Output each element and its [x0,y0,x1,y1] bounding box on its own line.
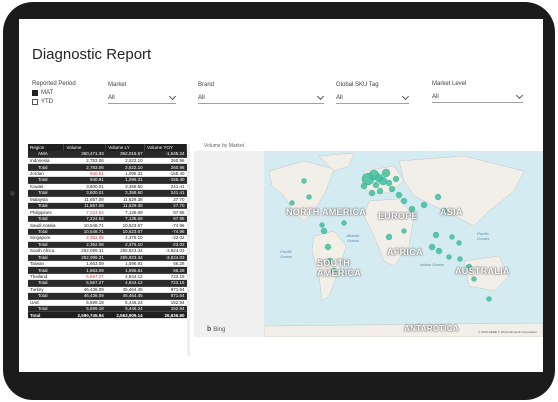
table-cell-yoy: 26,836.80 [144,311,187,319]
column-header-volume[interactable]: Volume [63,144,107,151]
bing-label: Bing [213,326,226,333]
market-bubble[interactable] [320,227,328,235]
market-bubble[interactable] [368,189,376,197]
market-bubble[interactable] [319,222,325,228]
continent-label: NORTH AMERICA [286,207,367,217]
market-bubble[interactable] [435,247,443,255]
market-slicer-label: Market [108,82,127,88]
market-bubble[interactable] [381,168,391,178]
market-bubble[interactable] [432,231,440,239]
market-dropdown[interactable]: All [108,92,177,104]
market-bubble[interactable] [341,220,347,226]
checkbox-icon[interactable] [32,90,38,96]
reported-period-label: Reported Period [32,81,76,87]
camera-dot [10,191,15,196]
market-level-dropdown-value: All [432,94,439,100]
market-dropdown-value: All [108,95,115,101]
continent-label: EUROPE [378,211,418,221]
market-bubble[interactable] [385,233,393,241]
world-map-graphic [264,152,543,337]
brand-slicer-label: Brand [198,82,215,88]
continent-label: SOUTH AMERICA [317,258,362,278]
map-copyright: © 2019 HERE © 2019 Microsoft Corporation [478,330,537,334]
market-bubble[interactable] [449,234,455,240]
period-option-label: YTD [41,99,53,105]
market-bubble[interactable] [289,200,295,206]
report-canvas: Diagnostic Report Reported Period MAT YT… [19,19,543,372]
table-row[interactable]: Total 2,590,745.94 2,563,909.14 26,836.80 [28,311,187,319]
market-bubble[interactable] [306,194,312,200]
map-side-panel [194,151,264,337]
market-level-dropdown[interactable]: All [432,91,524,103]
sku-tag-dropdown[interactable]: All [336,92,410,104]
market-bubble[interactable] [301,178,307,184]
table-cell-ly: 2,563,909.14 [105,311,145,319]
table-scrollbar[interactable] [187,144,190,356]
map-visual-label: Volume by Market [204,143,245,149]
market-bubble[interactable] [420,201,428,209]
table-header-row: Region Volume Volume LY Volume YOY [28,144,187,151]
brand-dropdown-value: All [198,95,205,101]
ocean-label: Indian Ocean [420,262,444,267]
sku-tag-dropdown-value: All [336,95,343,101]
chevron-down-icon [401,92,410,101]
market-bubble[interactable] [457,256,463,262]
ocean-label: Pacific Ocean [280,249,292,259]
bing-icon: b [207,326,212,333]
table-cell-region: Total [28,311,64,319]
continent-label: ASIA [440,207,463,217]
market-bubble[interactable] [324,243,332,251]
ocean-label: Pacific Ocean [477,231,489,241]
chevron-down-icon [316,92,325,101]
market-bubble[interactable] [434,193,442,201]
brand-dropdown[interactable]: All [198,92,325,104]
chevron-down-icon [515,91,524,100]
column-header-volume-ly[interactable]: Volume LY [105,144,146,151]
bing-logo: b Bing [207,326,225,333]
table-body: AMA 350,471.33 352,016.57 -1,545.24 Indonesi… [28,151,187,319]
page-title: Diagnostic Report [32,46,152,63]
market-bubble[interactable] [456,240,462,246]
market-bubble[interactable] [486,296,492,302]
market-bubble[interactable] [378,176,388,186]
market-bubble[interactable] [385,179,393,187]
continent-label: AUSTRALIA [455,266,510,276]
sku-tag-slicer-label: Global SKU Tag [336,82,379,88]
column-header-volume-yoy[interactable]: Volume YOY [144,144,187,151]
ocean-label: Atlantic Ocean [346,233,360,243]
market-bubble[interactable] [376,187,384,195]
period-option-ytd[interactable]: YTD [32,99,53,105]
market-level-slicer-label: Market Level [432,81,467,87]
market-bubble[interactable] [372,181,380,189]
continent-label: ANTARCTICA [404,324,459,333]
volume-table: Region Volume Volume LY Volume YOY AMA 35… [28,144,187,319]
market-bubble[interactable] [388,185,396,193]
continent-label: AFRICA [387,247,423,257]
checkbox-icon[interactable] [32,99,38,105]
market-bubble[interactable] [395,191,403,199]
market-bubble[interactable] [471,276,477,282]
market-bubble[interactable] [428,243,436,251]
market-bubble[interactable] [400,197,408,205]
market-bubble[interactable] [446,254,452,260]
period-option-label: MAT [41,90,54,96]
market-bubble[interactable] [392,175,400,183]
table-cell-volume: 2,590,745.94 [63,311,106,319]
chevron-down-icon [168,92,177,101]
period-option-mat[interactable]: MAT [32,90,53,96]
market-bubble[interactable] [360,182,368,190]
market-bubble[interactable] [401,228,407,234]
world-map[interactable]: NORTH AMERICA EUROPE ASIA AFRICA SOUTH A… [264,151,543,337]
column-header-region[interactable]: Region [28,144,65,151]
